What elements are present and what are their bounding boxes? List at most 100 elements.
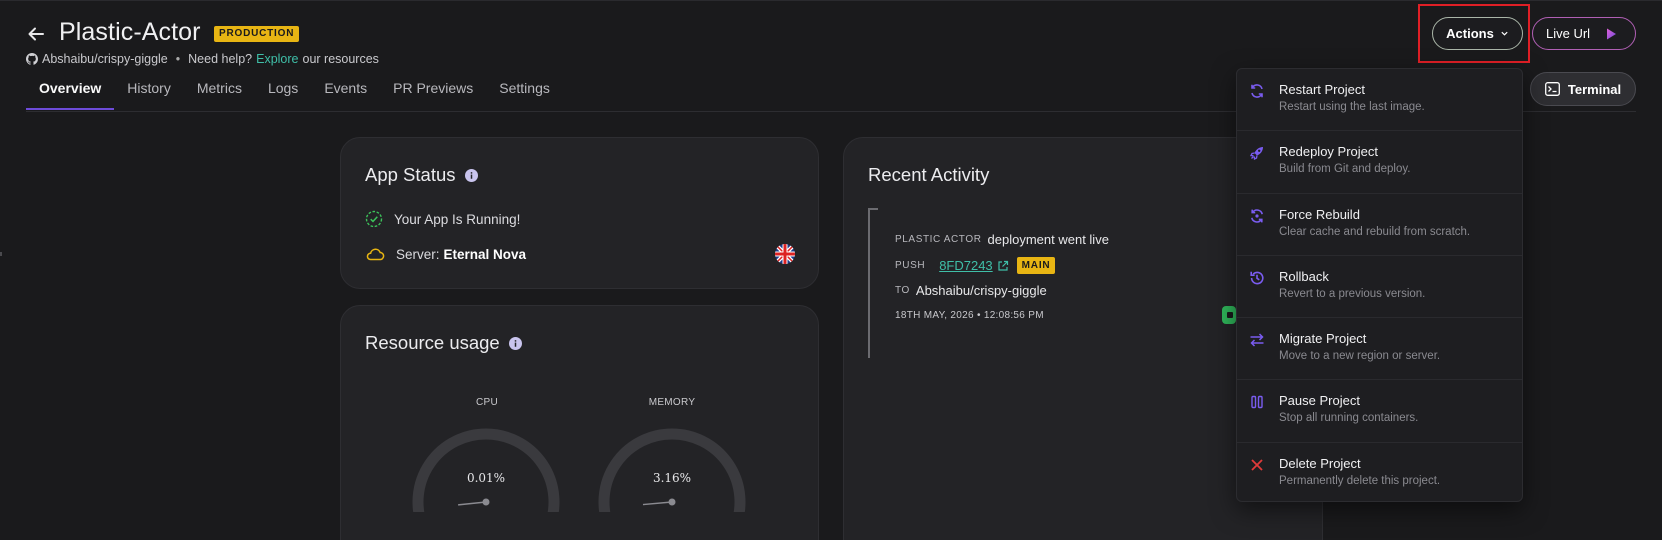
cpu-gauge-arc — [412, 428, 560, 512]
project-title: Plastic-Actor — [59, 18, 201, 46]
memory-value: 3.16% — [652, 471, 692, 485]
activity-event-line: PLASTIC ACTOR deployment went live — [895, 232, 1109, 247]
menu-item-desc: Move to a new region or server. — [1279, 350, 1441, 363]
memory-gauge-arc — [598, 428, 746, 512]
commit-link[interactable]: 8FD7243 — [939, 258, 1008, 273]
activity-to-line: TO Abshaibu/crispy-giggle — [895, 283, 1047, 298]
github-icon — [26, 53, 38, 65]
left-edge-marker — [0, 252, 2, 256]
tab-metrics[interactable]: Metrics — [184, 76, 255, 110]
menu-item-migrate-project[interactable]: Migrate Project Move to a new region or … — [1237, 318, 1522, 381]
tab-events[interactable]: Events — [311, 76, 380, 110]
terminal-icon — [1544, 82, 1560, 96]
menu-item-label: Force Rebuild — [1279, 206, 1360, 222]
menu-item-delete-project[interactable]: Delete Project Permanently delete this p… — [1237, 443, 1522, 501]
actions-dropdown-menu: Restart Project Restart using the last i… — [1236, 68, 1523, 502]
server-label: Server: — [396, 246, 440, 262]
menu-item-label: Rollback — [1279, 268, 1329, 284]
menu-item-desc: Build from Git and deploy. — [1279, 163, 1411, 176]
to-label: TO — [895, 285, 910, 296]
project-tabs: Overview History Metrics Logs Events PR … — [26, 76, 563, 110]
cpu-value: 0.01% — [466, 471, 506, 485]
uk-flag-icon — [775, 244, 795, 264]
menu-item-label: Restart Project — [1279, 82, 1365, 97]
actions-button[interactable]: Actions — [1432, 17, 1523, 50]
cpu-gauge-needle — [458, 501, 487, 506]
menu-item-label: Migrate Project — [1279, 331, 1367, 347]
activity-date-line: 18TH MAY, 2026 • 12:08:56 PM — [895, 310, 1044, 321]
memory-gauge-needle — [642, 501, 673, 506]
back-arrow-icon[interactable] — [26, 24, 46, 44]
explore-link[interactable]: Explore — [256, 52, 298, 66]
history-icon — [1250, 271, 1264, 285]
help-suffix: our resources — [302, 52, 379, 66]
tab-overview[interactable]: Overview — [26, 76, 115, 110]
menu-item-desc: Stop all running containers. — [1279, 412, 1419, 425]
app-status-title-row: App Status — [365, 164, 478, 186]
menu-item-desc: Permanently delete this project. — [1279, 474, 1441, 487]
running-text: Your App Is Running! — [394, 211, 521, 227]
info-icon[interactable] — [508, 336, 522, 350]
push-label: PUSH — [895, 260, 926, 271]
info-icon[interactable] — [464, 168, 478, 182]
cpu-gauge-needle-hub — [482, 498, 490, 506]
close-x-icon — [1251, 459, 1263, 471]
menu-item-restart-project[interactable]: Restart Project Restart using the last i… — [1237, 69, 1522, 132]
activity-push-line: PUSH 8FD7243 MAIN — [895, 257, 1056, 274]
top-border — [0, 0, 1662, 1]
tab-history[interactable]: History — [114, 76, 184, 110]
menu-item-redeploy-project[interactable]: Redeploy Project Build from Git and depl… — [1237, 131, 1522, 194]
resource-usage-title: Resource usage — [365, 332, 500, 353]
running-status-row: Your App Is Running! — [365, 210, 520, 228]
app-status-card: App Status Your App Is Running! Server: … — [340, 137, 819, 289]
server-row: Server: Eternal Nova — [365, 245, 526, 263]
cloud-icon — [366, 248, 385, 261]
menu-item-label: Redeploy Project — [1279, 144, 1378, 160]
terminal-label: Terminal — [1567, 81, 1622, 97]
menu-item-pause-project[interactable]: Pause Project Stop all running container… — [1237, 380, 1522, 443]
rocket-icon — [1249, 147, 1263, 161]
menu-item-label: Delete Project — [1279, 455, 1361, 471]
separator-dot: • — [175, 52, 181, 66]
memory-gauge-needle-hub — [668, 498, 676, 506]
server-name: Eternal Nova — [443, 246, 527, 262]
tab-settings[interactable]: Settings — [486, 76, 563, 110]
live-url-button[interactable]: Live Url — [1532, 17, 1636, 50]
activity-actor: PLASTIC ACTOR — [895, 234, 982, 245]
commit-hash: 8FD7243 — [939, 258, 993, 273]
activity-repo[interactable]: Abshaibu/crispy-giggle — [916, 283, 1047, 298]
terminal-button[interactable]: Terminal — [1530, 72, 1636, 106]
restart-icon — [1251, 84, 1263, 98]
pause-icon — [1251, 396, 1263, 409]
swap-arrows-icon — [1250, 333, 1264, 347]
help-prefix: Need help? — [188, 52, 253, 66]
repo-name[interactable]: Abshaibu/crispy-giggle — [42, 52, 168, 66]
menu-item-desc: Clear cache and rebuild from scratch. — [1279, 225, 1471, 238]
status-chip-icon — [1222, 306, 1236, 324]
project-subheader: Abshaibu/crispy-giggle • Need help? Expl… — [26, 52, 379, 66]
tab-logs[interactable]: Logs — [255, 76, 311, 110]
activity-timeline — [868, 208, 878, 358]
live-url-label: Live Url — [1546, 26, 1591, 41]
memory-label: MEMORY — [648, 397, 696, 408]
activity-date: 18TH MAY, 2026 • 12:08:56 PM — [895, 310, 1044, 321]
app-status-title: App Status — [365, 164, 456, 185]
environment-badge: PRODUCTION — [214, 26, 300, 42]
activity-event-text: deployment went live — [987, 232, 1109, 247]
chevron-down-icon — [1501, 31, 1508, 36]
recent-activity-title: Recent Activity — [868, 164, 990, 185]
resource-title-row: Resource usage — [365, 332, 522, 354]
resource-usage-card: Resource usage CPU MEMORY 0.01% 3.16% — [340, 305, 819, 540]
cpu-label: CPU — [475, 397, 498, 408]
menu-item-label: Pause Project — [1279, 393, 1360, 409]
tab-pr-previews[interactable]: PR Previews — [380, 76, 486, 110]
actions-button-label: Actions — [1446, 26, 1494, 41]
menu-item-force-rebuild[interactable]: Force Rebuild Clear cache and rebuild fr… — [1237, 194, 1522, 256]
menu-item-rollback[interactable]: Rollback Revert to a previous version. — [1237, 256, 1522, 319]
external-link-icon — [998, 260, 1008, 271]
branch-badge: MAIN — [1016, 257, 1056, 274]
check-circle-icon — [365, 210, 383, 228]
menu-item-desc: Revert to a previous version. — [1279, 287, 1426, 300]
menu-item-desc: Restart using the last image. — [1279, 101, 1425, 113]
rebuild-icon — [1251, 208, 1263, 223]
